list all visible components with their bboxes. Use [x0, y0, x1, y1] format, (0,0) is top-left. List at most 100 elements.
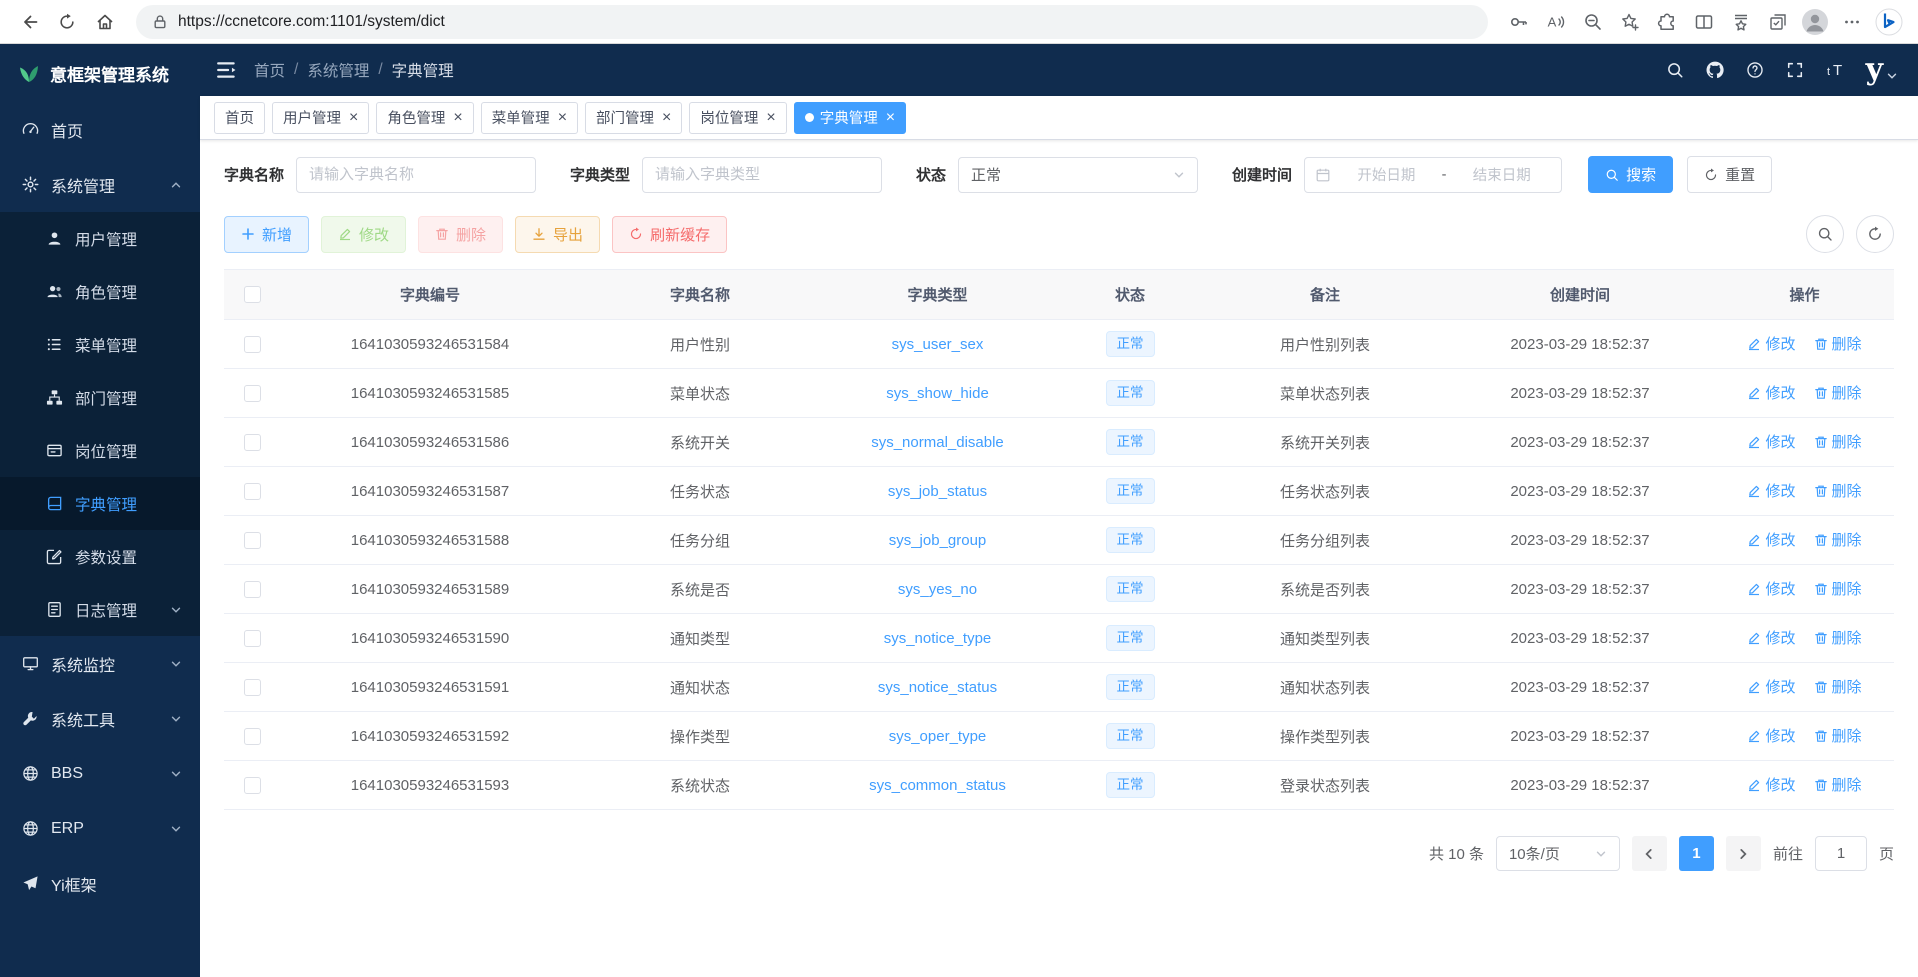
- sidebar-item-home[interactable]: 首页: [0, 102, 200, 157]
- tab-dict[interactable]: 字典管理×: [794, 102, 906, 134]
- fullscreen-button[interactable]: [1776, 53, 1814, 87]
- sidebar-item-menu[interactable]: 菜单管理: [0, 318, 200, 371]
- row-checkbox[interactable]: [244, 434, 261, 451]
- row-checkbox[interactable]: [244, 483, 261, 500]
- tab-home[interactable]: 首页: [214, 102, 265, 134]
- row-edit-button[interactable]: 修改: [1747, 480, 1795, 501]
- app-logo[interactable]: 意框架管理系统: [0, 44, 200, 102]
- refresh-page-icon[interactable]: [50, 5, 84, 39]
- row-delete-button[interactable]: 删除: [1814, 431, 1862, 452]
- favorites-bar-icon[interactable]: [1724, 5, 1758, 39]
- row-edit-button[interactable]: 修改: [1747, 676, 1795, 697]
- address-bar[interactable]: https://ccnetcore.com:1101/system/dict: [136, 5, 1488, 39]
- row-delete-button[interactable]: 删除: [1814, 627, 1862, 648]
- close-icon[interactable]: ×: [766, 110, 775, 126]
- dict-type-link[interactable]: sys_show_hide: [886, 385, 989, 402]
- select-all-checkbox[interactable]: [244, 286, 261, 303]
- row-checkbox[interactable]: [244, 777, 261, 794]
- row-edit-button[interactable]: 修改: [1747, 431, 1795, 452]
- read-aloud-icon[interactable]: A: [1539, 5, 1573, 39]
- sidebar-item-log[interactable]: 日志管理: [0, 583, 200, 636]
- sidebar-item-yi[interactable]: Yi框架: [0, 856, 200, 911]
- row-checkbox[interactable]: [244, 581, 261, 598]
- sidebar-item-monitor[interactable]: 系统监控: [0, 636, 200, 691]
- close-icon[interactable]: ×: [453, 110, 462, 126]
- sidebar-item-user[interactable]: 用户管理: [0, 212, 200, 265]
- dict-type-link[interactable]: sys_oper_type: [889, 728, 987, 745]
- row-delete-button[interactable]: 删除: [1814, 382, 1862, 403]
- row-delete-button[interactable]: 删除: [1814, 578, 1862, 599]
- export-button[interactable]: 导出: [515, 216, 600, 253]
- prev-page-button[interactable]: [1632, 836, 1667, 871]
- close-icon[interactable]: ×: [662, 110, 671, 126]
- row-delete-button[interactable]: 删除: [1814, 676, 1862, 697]
- row-delete-button[interactable]: 删除: [1814, 725, 1862, 746]
- row-edit-button[interactable]: 修改: [1747, 578, 1795, 599]
- date-range-picker[interactable]: 开始日期 - 结束日期: [1304, 157, 1562, 193]
- tab-user[interactable]: 用户管理×: [272, 102, 369, 134]
- row-checkbox[interactable]: [244, 385, 261, 402]
- close-icon[interactable]: ×: [349, 110, 358, 126]
- password-key-icon[interactable]: [1502, 5, 1536, 39]
- row-checkbox[interactable]: [244, 728, 261, 745]
- font-size-button[interactable]: tT: [1816, 53, 1854, 87]
- row-delete-button[interactable]: 删除: [1814, 774, 1862, 795]
- dict-type-link[interactable]: sys_common_status: [869, 777, 1006, 794]
- tab-menu[interactable]: 菜单管理×: [481, 102, 578, 134]
- next-page-button[interactable]: [1726, 836, 1761, 871]
- tab-post[interactable]: 岗位管理×: [689, 102, 786, 134]
- browser-home-icon[interactable]: [88, 5, 122, 39]
- collections-icon[interactable]: [1761, 5, 1795, 39]
- page-1-button[interactable]: 1: [1679, 836, 1714, 871]
- delete-button[interactable]: 删除: [418, 216, 503, 253]
- browser-more-icon[interactable]: [1835, 5, 1869, 39]
- help-button[interactable]: [1736, 53, 1774, 87]
- row-edit-button[interactable]: 修改: [1747, 774, 1795, 795]
- hamburger-icon[interactable]: [216, 59, 238, 81]
- row-checkbox[interactable]: [244, 630, 261, 647]
- close-icon[interactable]: ×: [558, 110, 567, 126]
- row-delete-button[interactable]: 删除: [1814, 333, 1862, 354]
- dict-type-input[interactable]: [642, 157, 882, 193]
- dict-type-link[interactable]: sys_user_sex: [892, 336, 984, 353]
- row-delete-button[interactable]: 删除: [1814, 529, 1862, 550]
- status-select[interactable]: 正常: [958, 157, 1198, 193]
- split-screen-icon[interactable]: [1687, 5, 1721, 39]
- row-edit-button[interactable]: 修改: [1747, 529, 1795, 550]
- row-edit-button[interactable]: 修改: [1747, 382, 1795, 403]
- refresh-table-button[interactable]: [1856, 215, 1894, 253]
- dict-type-link[interactable]: sys_notice_status: [878, 679, 997, 696]
- dict-type-link[interactable]: sys_yes_no: [898, 581, 977, 598]
- row-checkbox[interactable]: [244, 679, 261, 696]
- bing-icon[interactable]: [1872, 5, 1906, 39]
- tab-dept[interactable]: 部门管理×: [585, 102, 682, 134]
- row-edit-button[interactable]: 修改: [1747, 333, 1795, 354]
- edit-button[interactable]: 修改: [321, 216, 406, 253]
- user-logo[interactable]: y: [1866, 55, 1883, 85]
- zoom-icon[interactable]: [1576, 5, 1610, 39]
- back-icon[interactable]: [12, 5, 46, 39]
- dict-type-link[interactable]: sys_job_group: [889, 532, 987, 549]
- add-favorite-icon[interactable]: [1613, 5, 1647, 39]
- sidebar-item-dict[interactable]: 字典管理: [0, 477, 200, 530]
- reset-button[interactable]: 重置: [1687, 156, 1772, 193]
- row-checkbox[interactable]: [244, 336, 261, 353]
- dict-name-input[interactable]: [296, 157, 536, 193]
- tab-role[interactable]: 角色管理×: [376, 102, 473, 134]
- refresh-cache-button[interactable]: 刷新缓存: [612, 216, 727, 253]
- lock-icon[interactable]: [152, 14, 168, 30]
- close-icon[interactable]: ×: [886, 110, 895, 126]
- sidebar-item-dept[interactable]: 部门管理: [0, 371, 200, 424]
- goto-page-input[interactable]: [1815, 836, 1867, 871]
- row-checkbox[interactable]: [244, 532, 261, 549]
- dict-type-link[interactable]: sys_notice_type: [884, 630, 992, 647]
- page-size-select[interactable]: 10条/页: [1496, 836, 1620, 871]
- sidebar-item-erp[interactable]: ERP: [0, 801, 200, 856]
- sidebar-item-param[interactable]: 参数设置: [0, 530, 200, 583]
- dict-type-link[interactable]: sys_job_status: [888, 483, 987, 500]
- sidebar-item-post[interactable]: 岗位管理: [0, 424, 200, 477]
- user-caret-down-icon[interactable]: [1886, 56, 1902, 84]
- profile-avatar[interactable]: [1798, 5, 1832, 39]
- search-button[interactable]: 搜索: [1588, 156, 1673, 193]
- breadcrumb-item[interactable]: 系统管理: [307, 59, 369, 81]
